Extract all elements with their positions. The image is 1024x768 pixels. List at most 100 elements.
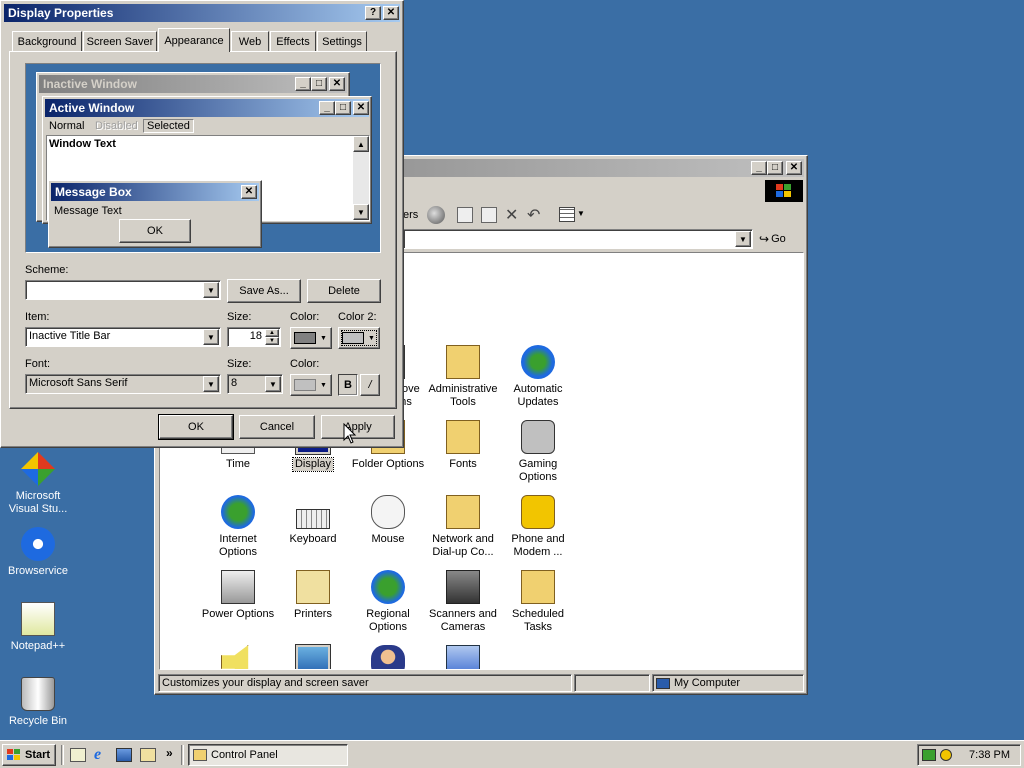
item-color2-picker[interactable]: ▼ — [338, 327, 380, 349]
power-icon — [221, 570, 255, 604]
phone-icon — [521, 495, 555, 529]
desktop-icon[interactable]: Notepad++ — [0, 602, 76, 653]
desktop-icon[interactable]: Browservice — [0, 527, 76, 578]
start-button[interactable]: Start — [2, 744, 56, 766]
tab-web[interactable]: Web — [231, 31, 269, 51]
spin-down-icon[interactable]: ▼ — [265, 337, 279, 345]
control-panel-item-label: Network and Dial-up Co... — [432, 533, 494, 558]
move-to-icon[interactable] — [457, 207, 473, 223]
delete-button[interactable]: Delete — [307, 279, 381, 303]
control-panel-item-label: Mouse — [371, 533, 405, 545]
outlook-icon[interactable] — [116, 748, 132, 762]
copy-to-icon[interactable] — [481, 207, 497, 223]
control-panel-item[interactable]: Fonts — [423, 420, 503, 471]
desktop-icon[interactable]: Microsoft Visual Stu... — [0, 452, 76, 516]
visual-studio-icon — [21, 452, 55, 486]
font-select[interactable]: Microsoft Sans Serif — [25, 374, 221, 394]
delete-icon[interactable]: ✕ — [505, 205, 518, 225]
preview-active-min-icon: _ — [319, 101, 335, 115]
toolbar-folders-label[interactable]: ers — [403, 209, 418, 221]
tab-appearance[interactable]: Appearance — [158, 28, 230, 52]
more-quicklaunch-icon[interactable]: » — [166, 746, 173, 760]
apply-button[interactable]: Apply — [321, 415, 395, 439]
control-panel-item[interactable]: Regional Options — [348, 570, 428, 634]
font-color-picker[interactable]: ▼ — [290, 374, 332, 396]
color2-dropdown-icon: ▼ — [368, 334, 375, 342]
preview-msgbox-ok: OK — [119, 219, 191, 243]
ok-button[interactable]: OK — [158, 414, 234, 440]
desktop-icon[interactable]: Recycle Bin — [0, 677, 76, 728]
clock[interactable]: 7:38 PM — [969, 749, 1010, 761]
network-tray-icon[interactable] — [922, 749, 936, 761]
printer-icon — [296, 570, 330, 604]
dialog-close-icon[interactable]: ✕ — [383, 6, 399, 20]
cancel-button[interactable]: Cancel — [239, 415, 315, 439]
control-panel-item[interactable]: Phone and Modem ... — [498, 495, 578, 559]
control-panel-item[interactable]: Keyboard — [273, 495, 353, 546]
tab-screen-saver[interactable]: Screen Saver — [83, 31, 157, 51]
control-panel-item[interactable]: Printers — [273, 570, 353, 621]
preview-menu-normal: Normal — [49, 120, 85, 132]
control-panel-item[interactable]: System — [273, 644, 353, 669]
address-dropdown-icon[interactable]: ▼ — [735, 231, 751, 247]
scheduled-tasks-icon — [521, 570, 555, 604]
maximize-icon[interactable]: □ — [767, 161, 783, 175]
control-panel-item[interactable]: Windows CardSpace — [423, 645, 503, 669]
preview-inactive-max-icon: □ — [311, 77, 327, 91]
tab-background[interactable]: Background — [12, 31, 82, 51]
save-as-button[interactable]: Save As... — [227, 279, 301, 303]
scheme-preview: Inactive Window _ □ ✕ Active Window _ □ … — [25, 63, 381, 253]
spin-up-icon[interactable]: ▲ — [265, 329, 279, 337]
control-panel-item-label: Scanners and Cameras — [429, 608, 497, 633]
history-icon[interactable] — [427, 206, 445, 224]
control-panel-item[interactable]: Automatic Updates — [498, 345, 578, 409]
item-select[interactable]: Inactive Title Bar — [25, 327, 221, 347]
control-panel-item[interactable]: Network and Dial-up Co... — [423, 495, 503, 559]
help-icon[interactable]: ? — [365, 6, 381, 20]
control-panel-item[interactable]: Sounds and Multimedia — [198, 645, 278, 669]
ie-quicklaunch-icon[interactable]: e — [94, 746, 101, 764]
scheme-dropdown-icon[interactable]: ▼ — [203, 282, 219, 298]
control-panel-task-icon — [193, 749, 207, 761]
views-icon[interactable] — [559, 207, 575, 222]
minimize-icon[interactable]: _ — [751, 161, 767, 175]
tab-effects[interactable]: Effects — [270, 31, 316, 51]
status-bar-right: My Computer — [652, 674, 804, 692]
preview-inactive-close-icon: ✕ — [329, 77, 345, 91]
go-button[interactable]: ↪ Go — [759, 230, 786, 248]
control-panel-item[interactable]: Power Options — [198, 570, 278, 621]
item-color-picker[interactable]: ▼ — [290, 327, 332, 349]
control-panel-item[interactable]: Administrative Tools — [423, 345, 503, 409]
close-icon[interactable]: ✕ — [786, 161, 802, 175]
control-panel-item-label: Fonts — [449, 458, 477, 470]
control-panel-item[interactable]: Users and Passwords — [348, 645, 428, 669]
scheme-select[interactable] — [25, 280, 221, 300]
volume-tray-icon[interactable] — [940, 749, 952, 761]
color-swatch — [294, 332, 316, 344]
address-field[interactable] — [403, 229, 753, 249]
font-size-dropdown-icon[interactable]: ▼ — [265, 376, 281, 392]
dialog-titlebar[interactable]: Display Properties — [4, 4, 400, 22]
italic-button[interactable]: / — [360, 374, 380, 396]
control-panel-item[interactable]: Scheduled Tasks — [498, 570, 578, 634]
item-size-spinner[interactable]: ▲ ▼ — [265, 329, 279, 345]
control-panel-item[interactable]: Scanners and Cameras — [423, 570, 503, 634]
preview-inactive-min-icon: _ — [295, 77, 311, 91]
control-panel-item[interactable]: Gaming Options — [498, 420, 578, 484]
item-dropdown-icon[interactable]: ▼ — [203, 329, 219, 345]
font-dropdown-icon[interactable]: ▼ — [203, 376, 219, 392]
status-bar-left: Customizes your display and screen saver — [158, 674, 572, 692]
tab-settings[interactable]: Settings — [317, 31, 367, 51]
media-icon[interactable] — [140, 748, 156, 762]
desktop-icon-label: Browservice — [8, 565, 68, 577]
show-desktop-icon[interactable] — [70, 748, 86, 762]
taskbar: Start e » Control Panel 7:38 PM — [0, 740, 1024, 768]
views-dropdown-icon[interactable]: ▼ — [577, 209, 585, 218]
undo-icon[interactable]: ↶ — [527, 205, 540, 225]
control-panel-item[interactable]: Internet Options — [198, 495, 278, 559]
control-panel-item-label: Keyboard — [289, 533, 337, 545]
desktop-icon-label: Notepad++ — [10, 640, 66, 652]
task-control-panel[interactable]: Control Panel — [188, 744, 348, 766]
control-panel-item[interactable]: Mouse — [348, 495, 428, 546]
bold-button[interactable]: B — [338, 374, 358, 396]
